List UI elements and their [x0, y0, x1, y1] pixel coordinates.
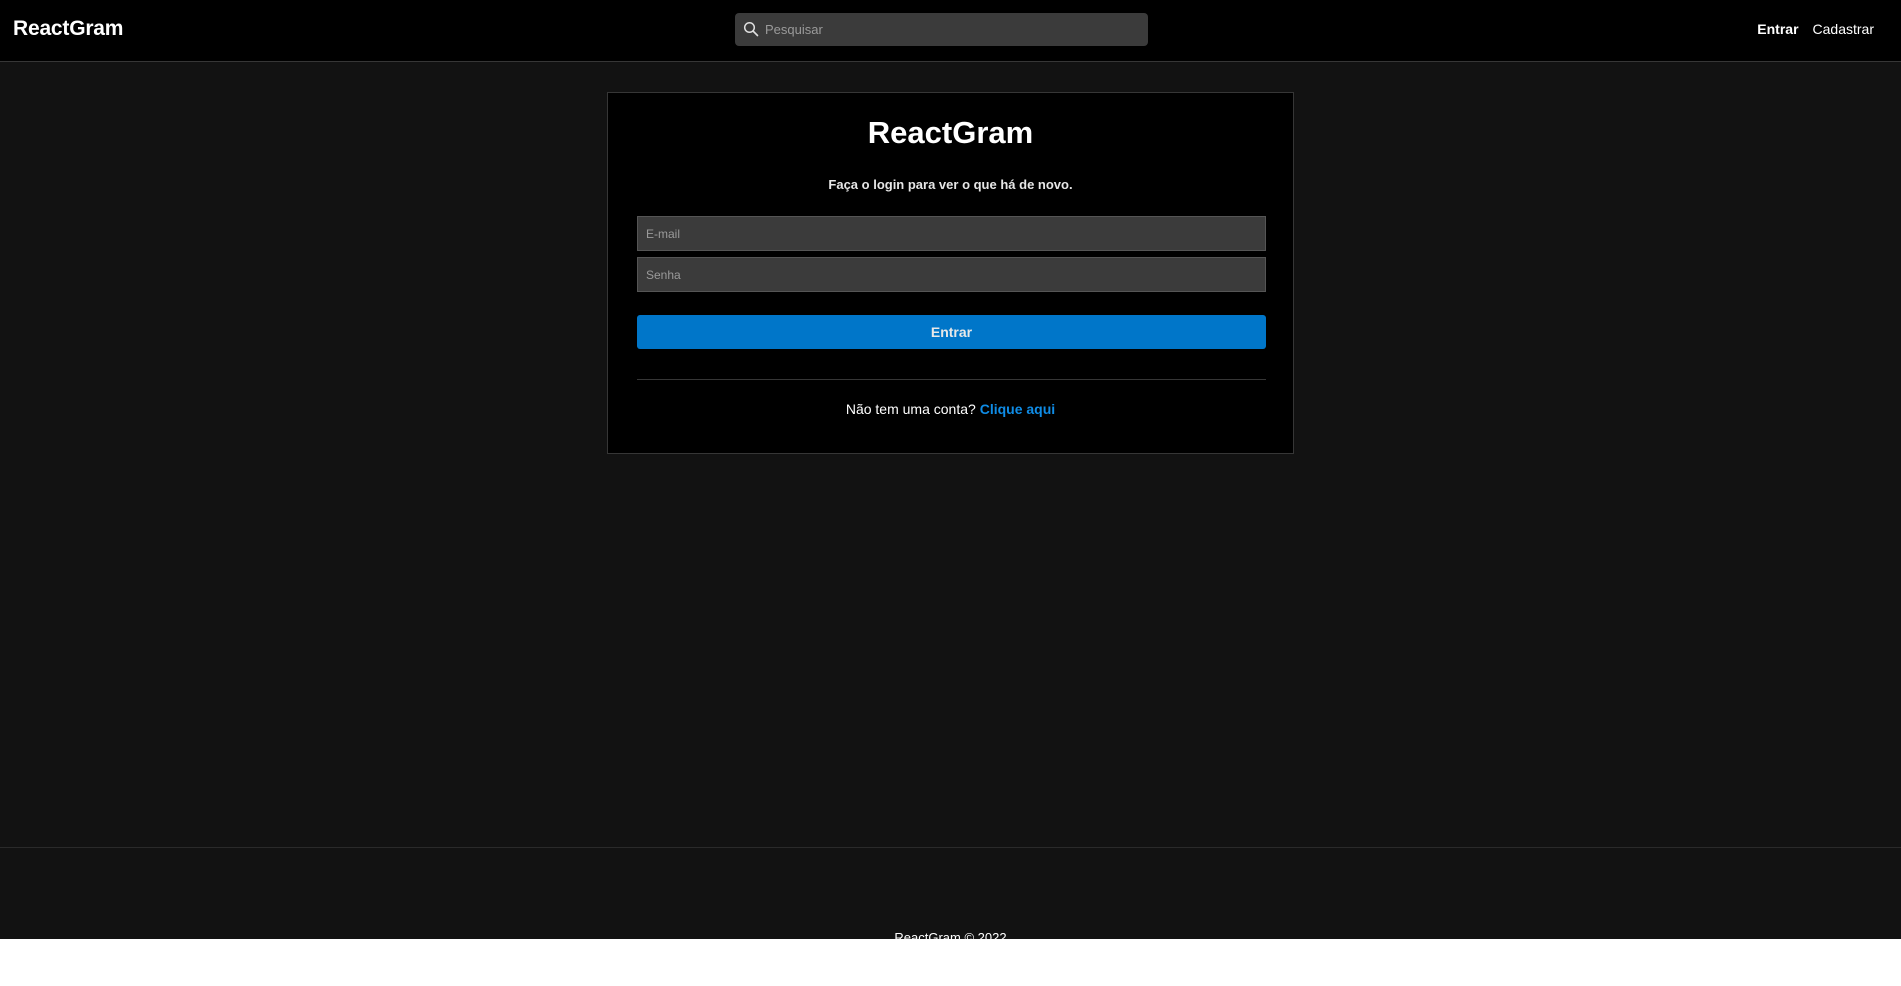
- login-submit-button[interactable]: Entrar: [637, 315, 1266, 349]
- email-field[interactable]: [637, 216, 1266, 251]
- search-icon: [743, 21, 759, 37]
- app-container: ReactGram Entrar Cadastrar ReactGram Faç…: [0, 0, 1901, 939]
- footer: ReactGram © 2022: [0, 847, 1901, 939]
- divider: [637, 379, 1266, 380]
- password-field[interactable]: [637, 257, 1266, 292]
- login-subtitle: Faça o login para ver o que há de novo.: [828, 177, 1073, 192]
- login-title: ReactGram: [867, 115, 1034, 150]
- login-card: ReactGram Faça o login para ver o que há…: [607, 92, 1294, 454]
- search-input[interactable]: [765, 13, 1140, 46]
- nav-register-link[interactable]: Cadastrar: [1813, 21, 1874, 37]
- nav-links: Entrar Cadastrar: [1757, 21, 1874, 37]
- search-bar[interactable]: [735, 13, 1148, 46]
- brand-logo[interactable]: ReactGram: [13, 17, 123, 41]
- signup-prompt-text: Não tem uma conta?: [845, 401, 976, 417]
- signup-link[interactable]: Clique aqui: [980, 401, 1055, 417]
- navbar: ReactGram Entrar Cadastrar: [0, 0, 1901, 62]
- footer-copyright: ReactGram © 2022: [894, 930, 1007, 939]
- signup-prompt: Não tem uma conta? Clique aqui: [608, 401, 1293, 417]
- nav-login-link[interactable]: Entrar: [1757, 21, 1798, 37]
